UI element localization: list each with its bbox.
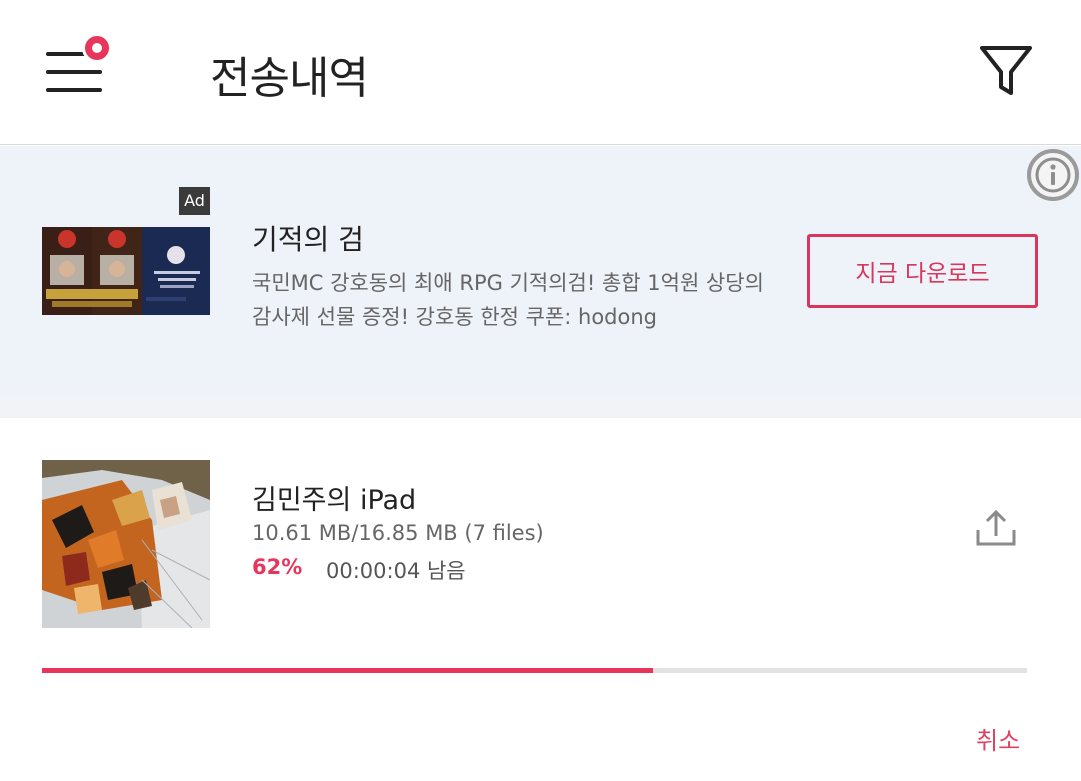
- game-promo-image: [42, 227, 210, 315]
- notification-badge: [82, 33, 112, 63]
- upload-icon: [976, 509, 1016, 546]
- cancel-button[interactable]: 취소: [976, 721, 1020, 756]
- progress-bar: [42, 668, 1027, 673]
- ad-title: 기적의 검: [252, 223, 364, 256]
- progress-percent: 62%: [252, 555, 303, 579]
- ad-description-line: 국민MC 강호동의 최애 RPG 기적의검! 총합 1억원 상당의: [252, 271, 764, 295]
- page-title: 전송내역: [210, 53, 369, 104]
- progress-bar-fill: [42, 668, 653, 673]
- menu-button[interactable]: [40, 33, 116, 100]
- transfer-size: 10.61 MB/16.85 MB (7 files): [252, 521, 544, 545]
- section-divider: [0, 398, 1081, 418]
- ad-banner[interactable]: Ad 기적의 검 국민MC 강호동의 최애 RPG 기적의검! 총합 1억원 상…: [0, 146, 1081, 398]
- ad-thumbnail[interactable]: [42, 227, 210, 315]
- ad-badge: Ad: [179, 187, 210, 215]
- app-header: 전송내역: [0, 0, 1081, 145]
- transfer-thumbnail[interactable]: [42, 460, 210, 628]
- time-remaining: 00:00:04 남음: [326, 559, 466, 583]
- ad-info-button[interactable]: [1026, 148, 1080, 202]
- download-now-button[interactable]: 지금 다운로드: [807, 234, 1038, 308]
- transfer-item[interactable]: 김민주의 iPad 10.61 MB/16.85 MB (7 files) 62…: [0, 418, 1081, 781]
- device-name: 김민주의 iPad: [252, 485, 417, 516]
- ad-description: 국민MC 강호동의 최애 RPG 기적의검! 총합 1억원 상당의 감사제 선물…: [252, 266, 772, 334]
- ad-description-line: 감사제 선물 증정! 강호동 한정 쿠폰: hodong: [252, 305, 657, 329]
- upload-button[interactable]: [974, 506, 1018, 550]
- filter-button[interactable]: [976, 40, 1036, 100]
- filter-icon: [980, 46, 1032, 95]
- menu-bar: [46, 88, 102, 92]
- menu-bar: [46, 70, 102, 74]
- info-icon: [1027, 149, 1079, 201]
- artwork-photo: [42, 460, 210, 628]
